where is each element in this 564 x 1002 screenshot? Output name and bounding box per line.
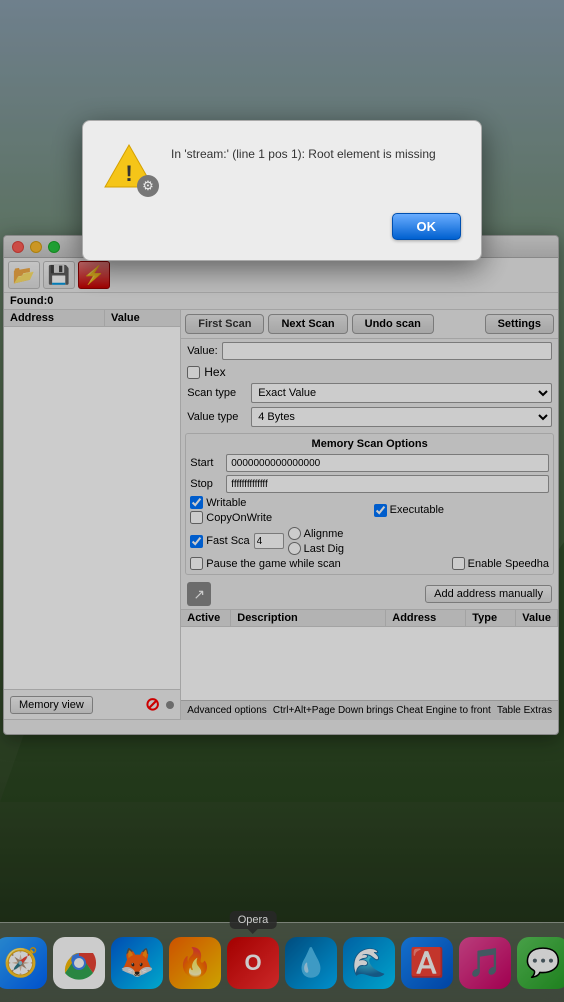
dialog-content: ! ⚙ In 'stream:' (line 1 pos 1): Root el…: [103, 141, 461, 193]
dialog-buttons: OK: [103, 213, 461, 240]
desktop: 📂 💾 ⚡ Found:0 Address Value M: [0, 0, 564, 1002]
error-dialog: ! ⚙ In 'stream:' (line 1 pos 1): Root el…: [82, 120, 482, 261]
svg-text:!: !: [125, 161, 132, 186]
gear-overlay-icon: ⚙: [137, 175, 159, 197]
warning-icon: ! ⚙: [103, 141, 155, 193]
dialog-message: In 'stream:' (line 1 pos 1): Root elemen…: [171, 141, 436, 163]
dialog-overlay: ! ⚙ In 'stream:' (line 1 pos 1): Root el…: [0, 0, 564, 1002]
ok-button[interactable]: OK: [392, 213, 462, 240]
